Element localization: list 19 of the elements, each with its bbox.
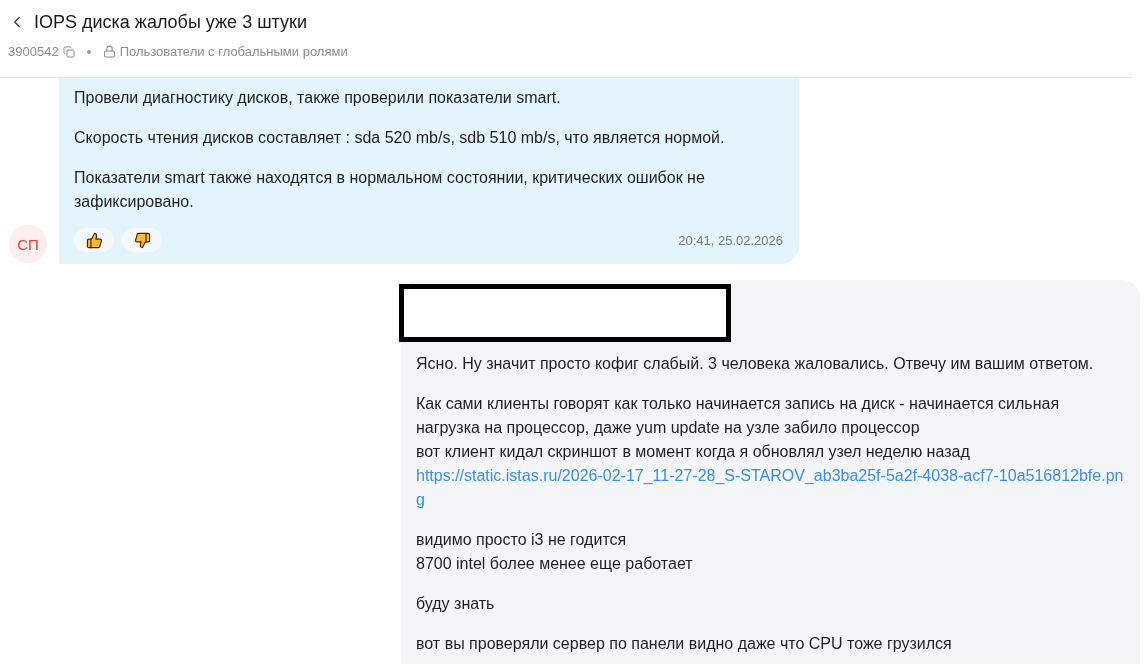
visibility-label: Пользователи с глобальными ролями <box>119 44 348 59</box>
thumbs-down-icon <box>133 231 151 249</box>
like-button[interactable] <box>74 228 114 252</box>
ticket-id: 3900542 <box>8 44 59 59</box>
message-paragraph: вот вы проверяли сервер по панели видно даже что CPU тоже грузился <box>416 634 953 654</box>
lock-icon <box>102 45 116 58</box>
message-paragraph: буду знать <box>416 594 496 614</box>
message-paragraph: Скорость чтения дисков составляет : sda 520 mb/s, sdb 510 mb/s, что является нормой. <box>74 128 726 148</box>
ticket-title: IOPS диска жалобы уже 3 штуки <box>34 11 307 33</box>
author-avatar: СП <box>9 225 47 263</box>
message-time: 20:41, 25.02.2026 <box>678 232 783 248</box>
message-link[interactable]: https://static.istas.ru/2026-02-17_11-27-28_S-STAROV_ab3ba25f-5a2f-4038-acf7-10a516812bfe.png <box>416 464 1124 512</box>
message-paragraph: Как сами клиенты говорят как только начинается запись на диск - начинается сильная нагрузка на процессор, даже yum update на узле забило процессор вот клиент кидал скриншот в момент когда я обновлял узел неделю назад https://static.istas.ru/2026-02-17_11-27-28_S-STAROV_ab3ba25f-5a2f-4038-acf7-10a516812bfe.png <box>416 392 1124 512</box>
message-paragraph: Ясно. Ну значит просто кофиг слабый. 3 человека жаловались. Отвечу им вашим ответом. <box>416 354 1095 374</box>
message-paragraph: видимо просто i3 не годится 8700 intel более менее еще работает <box>416 530 694 574</box>
message-paragraph: Провели диагностику дисков, также проверили показатели smart. <box>74 88 562 108</box>
thumbs-up-icon <box>85 231 103 249</box>
dislike-button[interactable] <box>122 228 162 252</box>
message-paragraph: Показатели smart также находятся в нормальном состоянии, критических ошибок не зафиксировано. <box>74 168 706 212</box>
